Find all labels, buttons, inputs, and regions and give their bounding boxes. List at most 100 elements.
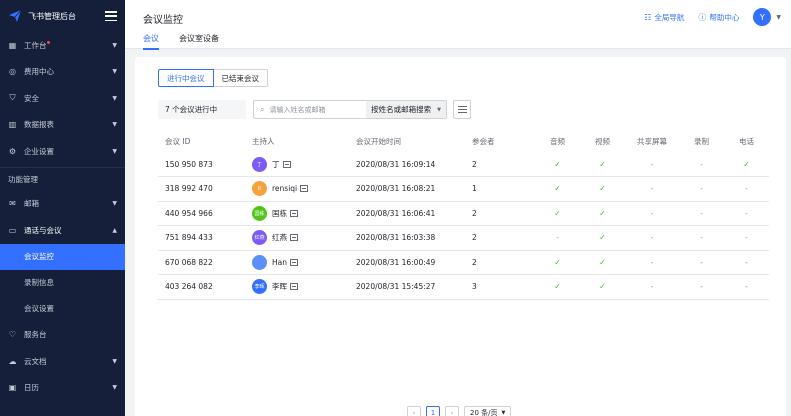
meetings-table: 会议 ID 主持人 会议开始时间 参会者 音频 视频 共享屏幕 录制 电话 15…	[158, 130, 769, 300]
user-avatar[interactable]: Y	[753, 8, 772, 26]
chevron-down-icon: ▼	[112, 357, 117, 365]
next-page-button[interactable]: ›	[445, 406, 459, 416]
sidebar-item[interactable]: ☁ 云文档 ▼	[0, 348, 125, 375]
feishu-logo-icon	[9, 9, 22, 22]
table-row[interactable]: 670 068 822 Han 2020/08/31 16:00:49 2 ✓ ✓ - - -	[158, 250, 769, 275]
check-icon: ✓	[535, 201, 580, 226]
status-none: -	[625, 176, 679, 202]
check-icon: ✓	[580, 152, 625, 177]
sidebar-item-label: 安全	[24, 93, 39, 103]
status-none: -	[679, 152, 724, 177]
sidebar-subitem[interactable]: 会议设置	[0, 296, 125, 322]
host: 国栋 国栋	[252, 205, 356, 221]
host-avatar: 李晖	[252, 279, 267, 295]
table-row[interactable]: 751 894 433 红燕 红燕 2020/08/31 16:03:38 2- ✓ - - -	[158, 225, 769, 251]
sidebar-item[interactable]: ▣ 日历 ▼	[0, 375, 125, 402]
check-icon: ✓	[724, 152, 769, 177]
search-type-select[interactable]: 按姓名或邮箱搜索 ▼	[366, 101, 446, 118]
sidebar-item[interactable]: ▭ 通话与会议 ▲	[0, 217, 125, 244]
table-header-row: 会议 ID 主持人 会议开始时间 参会者 音频 视频 共享屏幕 录制 电话	[158, 130, 769, 152]
search-type-label: 按姓名或邮箱搜索	[371, 105, 432, 114]
status-none: -	[724, 225, 769, 251]
tab-room-devices[interactable]: 会议室设备	[179, 33, 219, 50]
coin-icon: ◎	[9, 67, 16, 77]
gear-icon: ⚙	[8, 146, 17, 156]
status-none: -	[535, 225, 580, 251]
table-row[interactable]: 150 950 873 丁丁 2020/08/31 16:09:14 2 ✓ ✓ - - ✓	[158, 152, 769, 177]
host-name: rensiqi	[272, 184, 298, 194]
sidebar-item[interactable]: ♡ 服务台	[0, 322, 125, 349]
sidebar-item-label: 数据报表	[24, 120, 54, 130]
status-none: -	[724, 201, 769, 226]
status-none: -	[724, 176, 769, 202]
sidebar-item[interactable]: ▦ 工作台 ▼	[0, 32, 125, 59]
check-icon: ✓	[580, 176, 625, 202]
check-icon: ✓	[580, 201, 625, 226]
id-card-icon	[282, 160, 291, 168]
video-icon: ▭	[8, 225, 17, 235]
header-actions: ☷ 全局导航 ⓘ 帮助中心 Y ▼	[644, 8, 781, 26]
column-settings-button[interactable]	[453, 100, 471, 119]
sidebar-item[interactable]: ⚙ 企业设置 ▼	[0, 138, 125, 165]
table-row[interactable]: 440 954 966 国栋 国栋 2020/08/31 16:06:41 2 ✓ ✓ - - -	[158, 201, 769, 226]
sidebar-item[interactable]: ▥ 数据报表 ▼	[0, 112, 125, 139]
check-icon: ✓	[580, 274, 625, 300]
host-name: Han	[272, 257, 287, 267]
host: Rrensiqi	[252, 181, 356, 197]
meeting-id: 440 954 966	[158, 201, 252, 226]
search-input[interactable]	[269, 105, 358, 114]
status-none: -	[625, 274, 679, 300]
status-none: -	[679, 250, 724, 275]
grid-icon: ▦	[8, 40, 17, 50]
menu-toggle-icon[interactable]	[105, 11, 117, 21]
host-cell: Rrensiqi	[252, 176, 356, 202]
ongoing-meetings-button[interactable]: 进行中会议	[158, 69, 214, 87]
ended-meetings-button[interactable]: 已结束会议	[213, 69, 268, 87]
sidebar-subitem[interactable]: 会议监控	[0, 243, 125, 270]
tab-meetings[interactable]: 会议	[143, 33, 159, 50]
host-avatar: 红燕	[252, 230, 267, 246]
mail-icon: ✉	[9, 199, 16, 209]
host-cell: 国栋 国栋	[252, 201, 356, 226]
sidebar-item-label: 日历	[24, 383, 39, 393]
host-cell: 丁丁	[252, 152, 356, 177]
info-icon: ⓘ	[698, 12, 707, 22]
status-none: -	[625, 225, 679, 251]
start-time: 2020/08/31 16:09:14	[356, 152, 472, 177]
sidebar-item[interactable]: ◎ 费用中心 ▼	[0, 59, 125, 86]
page-number[interactable]: 1	[426, 406, 440, 416]
meeting-id: 318 992 470	[158, 176, 252, 202]
start-time: 2020/08/31 16:03:38	[356, 225, 472, 251]
meeting-id: 150 950 873	[158, 152, 252, 177]
host-name: 李晖	[272, 282, 287, 292]
pagination: ‹ 1 › 20 条/页 ▼	[407, 406, 516, 416]
page-size-select[interactable]: 20 条/页 ▼	[464, 406, 512, 416]
start-time: 2020/08/31 16:08:21	[356, 176, 472, 202]
help-center-link[interactable]: ⓘ 帮助中心	[698, 12, 739, 23]
global-nav-link[interactable]: ☷ 全局导航	[644, 12, 684, 23]
participant-count: 2	[472, 152, 535, 177]
chevron-down-icon: ▼	[112, 200, 117, 208]
table-row[interactable]: 403 264 082 李晖 李晖 2020/08/31 15:45:27 3 ✓ ✓ - - -	[158, 274, 769, 300]
sidebar-item[interactable]: ⛉ 安全 ▼	[0, 85, 125, 112]
col-start-time: 会议开始时间	[356, 136, 401, 146]
host-cell: 红燕 红燕	[252, 225, 356, 251]
tab-bar: 会议 会议室设备	[143, 33, 239, 50]
sidebar-item-label: 邮箱	[24, 199, 39, 209]
heart-icon: ♡	[8, 330, 17, 340]
check-icon: ✓	[535, 250, 580, 275]
section-label: 功能管理	[0, 166, 125, 191]
chevron-up-icon: ▲	[112, 226, 117, 234]
brand-title: 飞书管理后台	[28, 11, 76, 21]
status-none: -	[724, 274, 769, 300]
prev-page-button[interactable]: ‹	[407, 406, 421, 416]
page-title: 会议监控	[143, 15, 183, 26]
search-box: ⌕ 按姓名或邮箱搜索 ▼	[253, 100, 447, 119]
host: 红燕 红燕	[252, 230, 356, 246]
host-name: 国栋	[272, 208, 287, 218]
chevron-down-icon[interactable]: ▼	[776, 14, 781, 21]
sidebar-item[interactable]: ✉ 邮箱 ▼	[0, 191, 125, 218]
sidebar-subitem[interactable]: 录制信息	[0, 270, 125, 296]
id-card-icon	[290, 234, 298, 242]
table-row[interactable]: 318 992 470 Rrensiqi 2020/08/31 16:08:21 1 ✓…	[158, 176, 769, 202]
